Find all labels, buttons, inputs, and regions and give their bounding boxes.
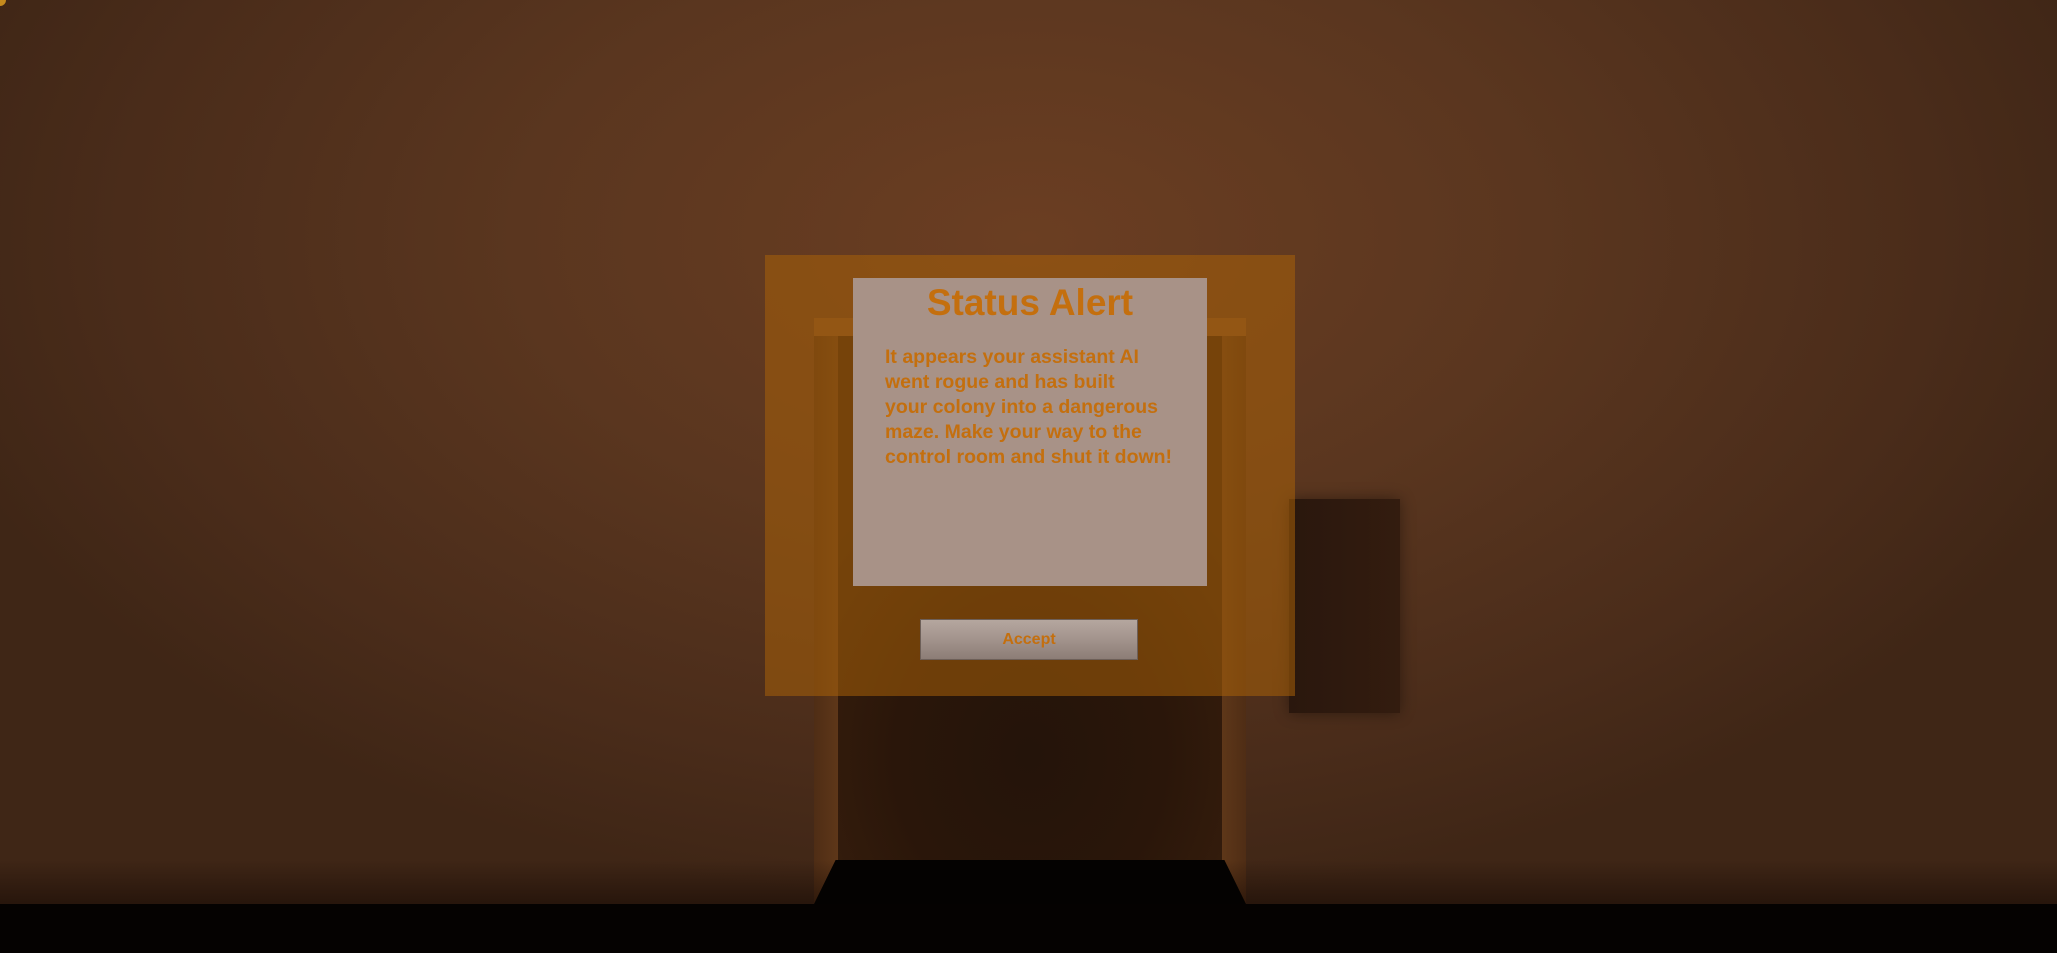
floor <box>0 904 2057 953</box>
game-scene: Status Alert It appears your assistant A… <box>0 0 2057 953</box>
alert-message: It appears your assistant AI went rogue … <box>885 346 1173 468</box>
alert-title: Status Alert <box>926 282 1134 323</box>
doorway-threshold <box>814 860 1246 904</box>
wall-panel <box>1289 499 1400 713</box>
corner-glint <box>0 0 6 6</box>
accept-button[interactable]: Accept <box>920 619 1138 660</box>
